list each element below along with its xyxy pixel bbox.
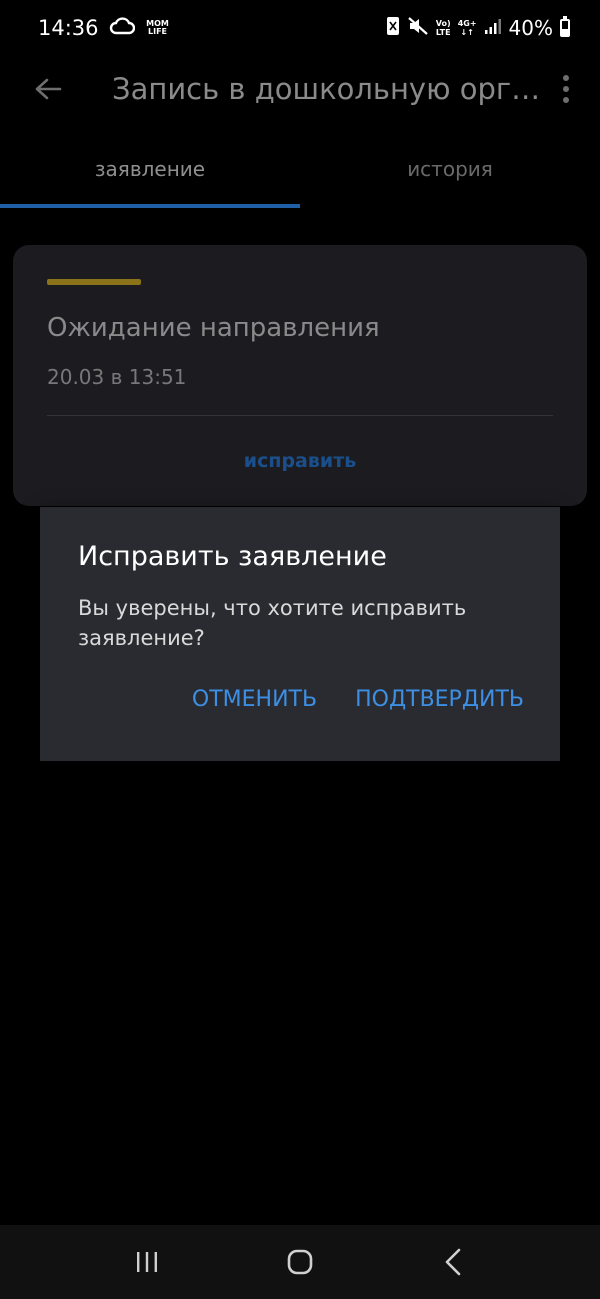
status-right: Vo) LTE 4G+ ↓↑ 40% (386, 16, 570, 41)
signal-icon (484, 16, 502, 40)
cancel-button[interactable]: ОТМЕНИТЬ (192, 687, 317, 712)
dialog-message: Вы уверены, что хотите исправить заявлен… (78, 596, 467, 650)
status-accent-bar (47, 279, 141, 285)
card-divider (47, 415, 553, 416)
status-date: 20.03 в 13:51 (47, 365, 187, 389)
dialog-actions: ОТМЕНИТЬ ПОДТВЕРДИТЬ (192, 687, 524, 712)
fix-application-button[interactable]: исправить (13, 450, 587, 472)
momlife-app-icon: MOM LIFE (146, 19, 169, 36)
back-chevron-icon[interactable] (413, 1232, 493, 1292)
confirm-dialog: Исправить заявление Вы уверены, что хоти… (40, 507, 560, 761)
tab-bar: заявление история (0, 140, 600, 208)
nfc-icon (386, 16, 400, 41)
page-title: Запись в дошкольную орга… (112, 72, 546, 106)
volte-indicator: Vo) LTE (435, 19, 451, 37)
more-vertical-icon[interactable] (546, 75, 586, 103)
confirm-button[interactable]: ПОДТВЕРДИТЬ (355, 687, 524, 712)
tab-history[interactable]: история (300, 140, 600, 208)
dialog-title: Исправить заявление (78, 541, 387, 572)
home-icon[interactable] (260, 1232, 340, 1292)
system-nav-bar (0, 1225, 600, 1299)
network-type-indicator: 4G+ ↓↑ (457, 19, 477, 37)
recents-icon[interactable] (107, 1232, 187, 1292)
mute-icon (407, 16, 429, 41)
status-title: Ожидание направления (47, 313, 380, 343)
battery-fill (562, 29, 568, 35)
tab-application[interactable]: заявление (0, 140, 300, 208)
application-status-card: Ожидание направления 20.03 в 13:51 испра… (13, 245, 587, 506)
status-left: 14:36 MOM LIFE (38, 16, 171, 40)
status-time: 14:36 (38, 16, 99, 40)
status-bar: 14:36 MOM LIFE Vo) LTE 4G+ ↓↑ 40% (0, 0, 600, 56)
app-bar: Запись в дошкольную орга… (0, 56, 600, 122)
arrow-left-icon[interactable] (18, 59, 78, 119)
battery-percent: 40% (508, 16, 553, 40)
battery-icon (560, 16, 570, 37)
cloud-icon (109, 16, 135, 40)
